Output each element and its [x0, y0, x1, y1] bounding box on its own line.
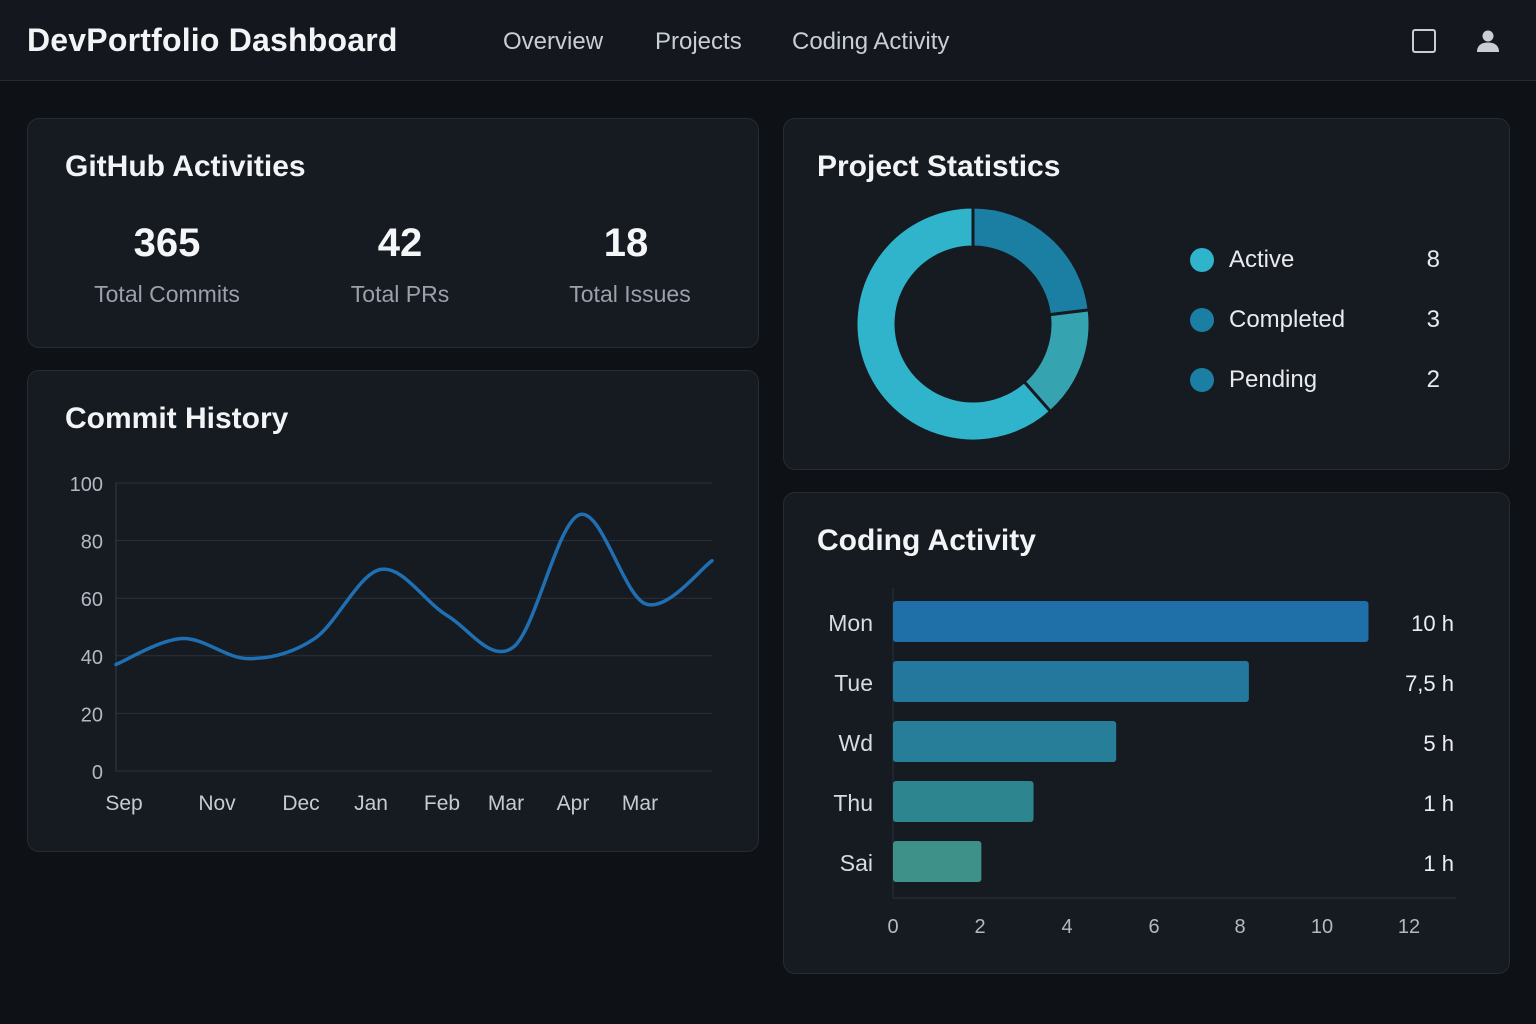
commit-history-chart: 0 20 40 60 80 100 Sep Nov Dec Jan Feb Mar Apr Mar [70, 474, 714, 815]
legend-count-active: 8 [1426, 246, 1440, 273]
y-tick-label: 0 [92, 762, 103, 784]
bar-value-label: 5 h [1423, 731, 1454, 756]
x-tick-label: 10 [1311, 916, 1333, 938]
x-tick-label: Dec [282, 792, 319, 815]
x-tick-label: 6 [1148, 916, 1159, 938]
bar-category-label: Thu [833, 790, 873, 816]
nav-projects[interactable]: Projects [655, 28, 742, 56]
legend-label-pending: Pending [1229, 366, 1318, 393]
project-statistics-title: Project Statistics [817, 150, 1061, 183]
bar-wd [893, 721, 1117, 762]
nav-coding-activity[interactable]: Coding Activity [792, 28, 949, 56]
x-tick-label: Feb [424, 792, 460, 815]
bar-value-label: 1 h [1423, 851, 1454, 876]
total-commits-label: Total Commits [94, 281, 240, 307]
total-issues-value: 18 [603, 221, 649, 265]
bar-value-label: 1 h [1423, 791, 1454, 816]
x-tick-label: Nov [198, 792, 236, 815]
total-prs-label: Total PRs [350, 281, 450, 307]
coding-activity-card: Coding Activity 0 2 4 6 8 10 12 Mon 10 h Tue 7,5 h… [783, 492, 1510, 974]
legend-item-active: Active 8 [1190, 246, 1450, 276]
x-tick-label: Mar [488, 792, 524, 815]
total-issues-label: Total Issues [569, 281, 691, 307]
commit-series-line [114, 512, 714, 667]
legend-dot-active [1190, 248, 1214, 272]
top-bar: DevPortfolio Dashboard Overview Projects… [0, 0, 1536, 81]
total-prs-value: 42 [377, 221, 423, 265]
legend-label-active: Active [1229, 246, 1295, 273]
bar-category-label: Sai [840, 850, 873, 876]
x-tick-label: Mar [622, 792, 658, 815]
y-tick-label: 20 [81, 704, 103, 726]
legend-item-pending: Pending 2 [1190, 366, 1450, 396]
x-tick-label: 12 [1398, 916, 1420, 938]
bar-value-label: 10 h [1411, 611, 1454, 636]
nav-overview[interactable]: Overview [503, 28, 603, 56]
coding-activity-chart: 0 2 4 6 8 10 12 Mon 10 h Tue 7,5 h Wd 5 h Thu 1 h Sai 1 … [828, 588, 1456, 938]
bar-mon [893, 601, 1369, 642]
legend-count-completed: 3 [1426, 306, 1440, 333]
legend-count-pending: 2 [1426, 366, 1440, 393]
x-tick-label: 8 [1234, 916, 1245, 938]
app-title: DevPortfolio Dashboard [27, 22, 398, 58]
bar-category-label: Wd [839, 730, 874, 756]
user-icon[interactable] [1473, 26, 1503, 56]
github-activities-title: GitHub Activities [65, 150, 306, 183]
github-activities-card: GitHub Activities 365 Total Commits 42 T… [27, 118, 759, 348]
y-tick-label: 100 [70, 474, 103, 496]
x-tick-label: Apr [557, 792, 590, 815]
bar-thu [893, 781, 1034, 822]
square-icon[interactable] [1409, 26, 1439, 56]
bar-category-label: Tue [834, 670, 873, 696]
bar-tue [893, 661, 1249, 702]
x-tick-label: Jan [354, 792, 388, 815]
x-tick-label: 4 [1061, 916, 1072, 938]
legend-label-completed: Completed [1229, 306, 1346, 333]
legend-dot-pending [1190, 368, 1214, 392]
bar-value-label: 7,5 h [1405, 671, 1454, 696]
donut-slice-completed [971, 205, 1091, 317]
x-tick-label: 0 [887, 916, 898, 938]
y-tick-label: 60 [81, 589, 103, 611]
commit-history-card: Commit History 0 20 40 60 80 100 Sep Nov Dec Jan F… [27, 370, 759, 852]
bar-sai [893, 841, 982, 882]
legend-item-completed: Completed 3 [1190, 306, 1450, 336]
x-tick-label: 2 [974, 916, 985, 938]
legend-dot-completed [1190, 308, 1214, 332]
total-commits-value: 365 [133, 221, 201, 265]
bar-category-label: Mon [828, 610, 873, 636]
y-tick-label: 40 [81, 647, 103, 669]
x-tick-label: Sep [105, 792, 142, 815]
project-donut-chart [854, 205, 1092, 443]
y-tick-label: 80 [81, 532, 103, 554]
